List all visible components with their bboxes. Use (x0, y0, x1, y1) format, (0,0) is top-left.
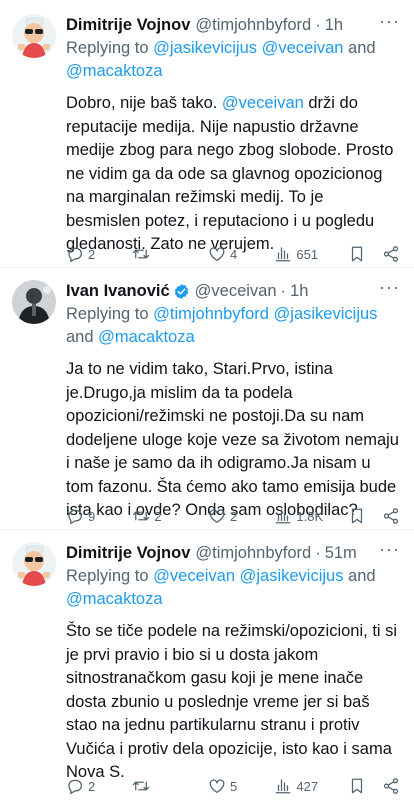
author-handle[interactable]: @timjohnbyford (195, 542, 311, 564)
like-count: 5 (230, 778, 238, 794)
replying-to: Replying to @timjohnbyford @jasikeviciju… (66, 303, 400, 349)
action-bar: 9 2 2 1.8K (66, 506, 400, 526)
tweet[interactable]: Dimitrije Vojnov @timjohnbyford · 51m ··… (0, 530, 414, 800)
replying-to: Replying to @jasikevicijus @veceivan and… (66, 37, 400, 83)
retweet-button[interactable]: 2 (132, 506, 208, 526)
replying-to-label: Replying to (66, 305, 154, 323)
reply-button[interactable]: 2 (66, 244, 132, 264)
reply-count: 9 (88, 508, 96, 524)
action-bar: 2 4 651 (66, 244, 400, 264)
separator-dot: · (315, 16, 321, 34)
mention-link[interactable]: @veceivan (153, 567, 235, 585)
author-name[interactable]: Dimitrije Vojnov (66, 542, 190, 564)
tweet[interactable]: Dimitrije Vojnov @timjohnbyford · 1h ···… (0, 0, 414, 268)
timestamp[interactable]: 1h (290, 280, 308, 302)
bookmark-icon (352, 508, 363, 524)
reply-count: 2 (88, 778, 96, 794)
more-icon[interactable]: ··· (379, 278, 400, 302)
views-count: 1.8K (296, 508, 324, 524)
bookmark-button[interactable] (348, 776, 374, 796)
like-button[interactable]: 4 (208, 244, 274, 264)
author-handle[interactable]: @timjohnbyford (195, 14, 311, 36)
more-icon[interactable]: ··· (379, 540, 400, 564)
tweet[interactable]: Ivan Ivanović @veceivan · 1h ··· Replyin… (0, 268, 414, 530)
replying-to-and: and (343, 39, 376, 57)
reply-icon (68, 779, 83, 795)
retweet-count: 2 (154, 508, 162, 524)
tweet-text: Što se tiče podele na režimski/opozicion… (66, 622, 398, 781)
views-icon (276, 247, 291, 262)
reply-icon (68, 509, 83, 525)
avatar[interactable] (12, 280, 56, 324)
timestamp[interactable]: 51m (325, 542, 357, 564)
bookmark-icon (352, 246, 363, 262)
replying-to-and: and (66, 328, 94, 346)
reply-button[interactable]: 9 (66, 506, 132, 526)
share-button[interactable] (382, 244, 400, 264)
views-button[interactable]: 1.8K (274, 506, 348, 526)
timestamp[interactable]: 1h (325, 14, 343, 36)
bookmark-button[interactable] (348, 244, 374, 264)
like-count: 4 (230, 246, 238, 262)
author-name[interactable]: Ivan Ivanović (66, 280, 170, 302)
bookmark-button[interactable] (348, 506, 374, 526)
views-icon (276, 509, 291, 524)
reply-button[interactable]: 2 (66, 776, 132, 796)
author-handle[interactable]: @veceivan (195, 280, 277, 302)
mention-link[interactable]: @macaktoza (98, 328, 195, 346)
separator-dot: · (280, 282, 287, 300)
bookmark-icon (352, 778, 363, 794)
views-count: 427 (296, 778, 319, 794)
reply-count: 2 (88, 246, 96, 262)
share-icon (383, 778, 399, 794)
views-button[interactable]: 427 (274, 776, 348, 796)
views-icon (276, 779, 291, 794)
mention-link[interactable]: @jasikevicijus (153, 39, 257, 57)
replying-to-and: and (343, 567, 376, 585)
like-button[interactable]: 2 (208, 506, 274, 526)
tweet-text: Ja to ne vidim tako, Stari.Prvo, istina … (66, 360, 399, 519)
separator-dot: · (315, 544, 321, 562)
views-button[interactable]: 651 (274, 244, 348, 264)
mention-link[interactable]: @veceivan (262, 39, 344, 57)
verified-badge-icon (174, 283, 188, 299)
replying-to-label: Replying to (66, 39, 154, 57)
mention-link[interactable]: @macaktoza (66, 62, 163, 80)
mention-link[interactable]: @timjohnbyford (153, 305, 269, 323)
views-count: 651 (296, 246, 319, 262)
like-button[interactable]: 5 (208, 776, 274, 796)
retweet-icon (133, 511, 150, 521)
avatar[interactable] (12, 542, 56, 586)
tweet-text: Dobro, nije baš tako. @veceivan drži do … (66, 92, 400, 257)
mention-link[interactable]: @veceivan (222, 94, 304, 112)
action-bar: 2 5 427 (66, 776, 400, 796)
retweet-icon (133, 249, 150, 259)
tweet-text-part: Dobro, nije baš tako. (66, 94, 222, 112)
share-icon (383, 508, 399, 524)
author-name[interactable]: Dimitrije Vojnov (66, 14, 190, 36)
tweet-text-part: drži do reputacije medija. Nije napustio… (66, 94, 394, 253)
mention-link[interactable]: @macaktoza (66, 590, 163, 608)
retweet-icon (133, 781, 150, 791)
share-icon (383, 246, 399, 262)
share-button[interactable] (382, 506, 400, 526)
share-button[interactable] (382, 776, 400, 796)
replying-to: Replying to @veceivan @jasikevicijus and… (66, 565, 400, 611)
like-count: 2 (230, 508, 238, 524)
more-icon[interactable]: ··· (379, 12, 400, 36)
like-icon (209, 509, 225, 524)
reply-icon (68, 247, 83, 263)
like-icon (209, 247, 225, 262)
retweet-button[interactable] (132, 776, 208, 796)
mention-link[interactable]: @jasikevicijus (240, 567, 344, 585)
retweet-button[interactable] (132, 244, 208, 264)
avatar[interactable] (12, 14, 56, 58)
replying-to-label: Replying to (66, 567, 154, 585)
mention-link[interactable]: @jasikevicijus (274, 305, 378, 323)
like-icon (209, 779, 225, 794)
